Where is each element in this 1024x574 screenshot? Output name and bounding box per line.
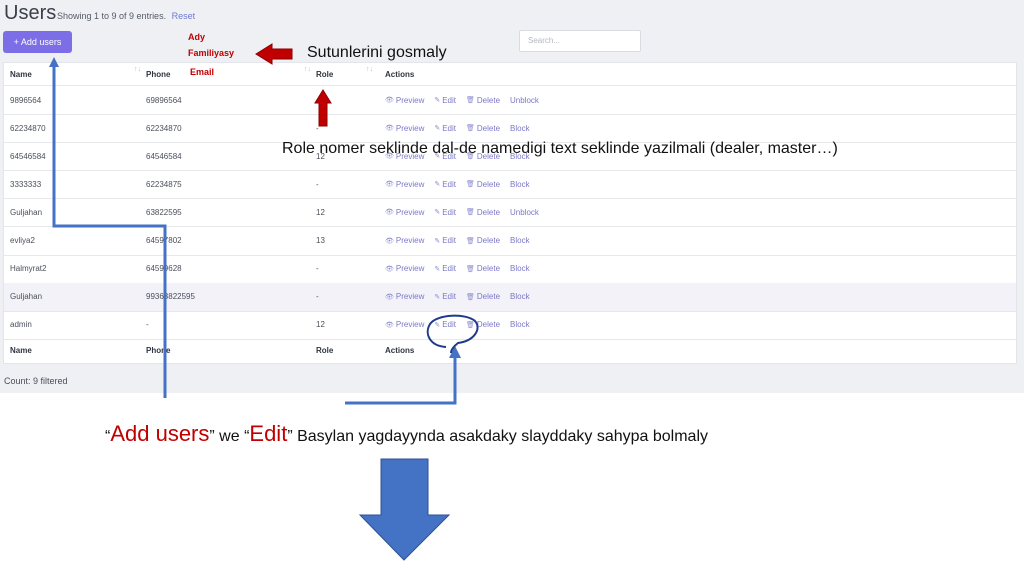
annotation-overlay [49, 43, 479, 561]
red-arrow-up-icon [314, 89, 332, 127]
red-arrow-left-icon [255, 43, 293, 65]
blue-connector-edit [345, 356, 457, 405]
blue-connector-add-users [52, 66, 167, 398]
blue-arrow-down-icon [358, 458, 451, 561]
edit-highlight-circle [426, 314, 479, 354]
blue-arrowhead-up-icon [49, 57, 59, 67]
